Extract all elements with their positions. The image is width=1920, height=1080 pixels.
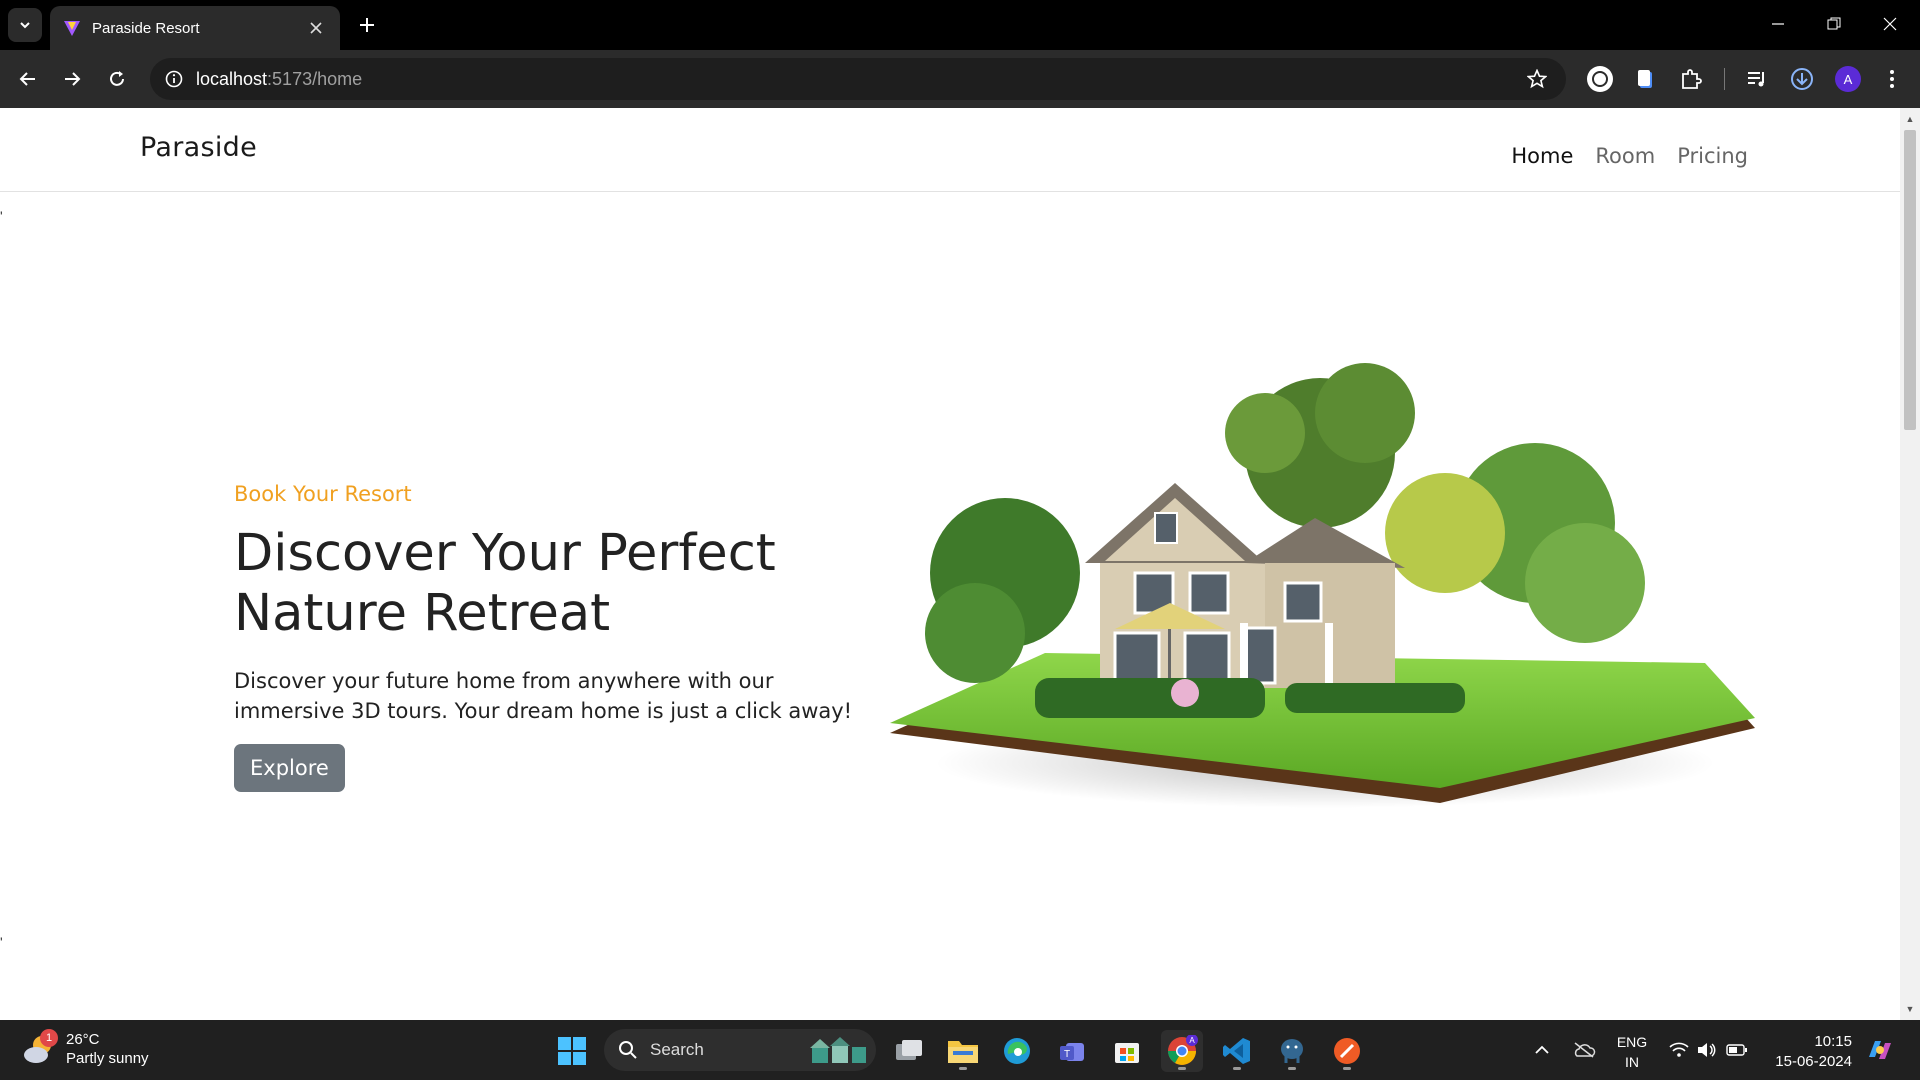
search-icon xyxy=(619,1041,637,1059)
toolbar-divider xyxy=(1724,68,1725,90)
document-extension-icon[interactable] xyxy=(1630,63,1662,95)
forward-icon[interactable] xyxy=(56,63,88,95)
running-indicator xyxy=(1343,1067,1351,1070)
scroll-down-icon[interactable]: ▼ xyxy=(1900,1000,1920,1018)
weather-temp: 26°C xyxy=(66,1031,100,1048)
onedrive-icon[interactable] xyxy=(1570,1020,1598,1080)
windows-taskbar: 1 26°C Partly sunny Search T A ENG IN 10… xyxy=(0,1020,1920,1080)
scrollbar-thumb[interactable] xyxy=(1904,130,1916,430)
plus-icon[interactable] xyxy=(354,12,380,38)
edge-icon[interactable] xyxy=(996,1030,1038,1072)
stray-mark: ' xyxy=(0,208,3,224)
weather-text: 26°C Partly sunny xyxy=(66,1030,149,1068)
address-bar[interactable]: localhost:5173/home xyxy=(150,58,1566,100)
hero-house-image xyxy=(890,363,1755,808)
weather-desc: Partly sunny xyxy=(66,1050,149,1067)
page-viewport: Paraside Home Room Pricing ' ' Book Your… xyxy=(0,108,1920,1020)
favicon-icon xyxy=(64,21,80,36)
download-icon[interactable] xyxy=(1786,63,1818,95)
site-navbar: Paraside Home Room Pricing xyxy=(0,108,1900,192)
window-close-icon[interactable] xyxy=(1862,0,1918,48)
media-controls-icon[interactable] xyxy=(1741,63,1773,95)
task-view-icon[interactable] xyxy=(888,1030,930,1072)
svg-text:A: A xyxy=(1189,1036,1195,1045)
hero-description: Discover your future home from anywhere … xyxy=(234,669,853,723)
clock[interactable]: 10:15 15-06-2024 xyxy=(1762,1032,1852,1072)
extension-circle-icon[interactable] xyxy=(1584,63,1616,95)
running-indicator xyxy=(1178,1067,1186,1070)
url-path: :5173/home xyxy=(267,69,363,89)
page-scrollbar[interactable]: ▲ ▼ xyxy=(1900,108,1920,1020)
hero-headline: Discover Your Perfect Nature Retreat xyxy=(234,524,874,644)
browser-toolbar: localhost:5173/home A xyxy=(0,50,1920,108)
url-host: localhost xyxy=(196,69,268,89)
tab-title: Paraside Resort xyxy=(92,19,200,37)
file-explorer-icon[interactable] xyxy=(942,1030,984,1072)
profile-avatar[interactable]: A xyxy=(1832,63,1864,95)
brand-logo[interactable]: Paraside xyxy=(140,132,257,163)
copilot-icon[interactable] xyxy=(1862,1020,1898,1080)
menu-icon[interactable] xyxy=(1876,63,1908,95)
url-text: localhost:5173/home xyxy=(196,69,362,90)
reload-icon[interactable] xyxy=(101,63,133,95)
nav-pricing[interactable]: Pricing xyxy=(1677,144,1748,168)
taskbar-search[interactable]: Search xyxy=(604,1029,876,1071)
postgres-icon[interactable] xyxy=(1271,1030,1313,1072)
search-highlight-icon xyxy=(810,1037,866,1063)
hero-eyebrow: Book Your Resort xyxy=(234,482,412,506)
chrome-icon[interactable]: A xyxy=(1161,1030,1203,1072)
star-icon[interactable] xyxy=(1524,66,1550,92)
headline-line-1: Discover Your Perfect xyxy=(234,524,776,583)
clock-time: 10:15 xyxy=(1814,1033,1852,1050)
teams-icon[interactable]: T xyxy=(1051,1030,1093,1072)
hero-text: Book Your Resort Discover Your Perfect N… xyxy=(234,482,874,792)
site-info-icon[interactable] xyxy=(160,65,188,93)
explore-button[interactable]: Explore xyxy=(234,744,345,792)
lang-line-2: IN xyxy=(1625,1054,1639,1070)
search-label: Search xyxy=(650,1040,704,1059)
running-indicator xyxy=(1288,1067,1296,1070)
vscode-icon[interactable] xyxy=(1216,1030,1258,1072)
weather-sun-cloud-icon: 1 xyxy=(22,1029,58,1067)
minimize-icon[interactable] xyxy=(1750,0,1806,48)
language-indicator[interactable]: ENG IN xyxy=(1612,1032,1652,1072)
windows-start-icon[interactable] xyxy=(551,1030,593,1072)
weather-badge: 1 xyxy=(40,1029,58,1047)
stray-mark: ' xyxy=(0,934,3,950)
scroll-up-icon[interactable]: ▲ xyxy=(1900,110,1920,128)
close-icon[interactable] xyxy=(306,18,326,38)
browser-tab-bar: Paraside Resort xyxy=(0,0,1920,50)
running-indicator xyxy=(959,1067,967,1070)
running-indicator xyxy=(1233,1067,1241,1070)
extension-icon[interactable] xyxy=(1675,63,1707,95)
wifi-icon[interactable] xyxy=(1666,1020,1692,1080)
restore-icon[interactable] xyxy=(1806,0,1862,48)
nav-room[interactable]: Room xyxy=(1595,144,1655,168)
lang-line-1: ENG xyxy=(1616,1034,1648,1050)
weather-widget[interactable]: 1 26°C Partly sunny xyxy=(22,1029,149,1068)
volume-icon[interactable] xyxy=(1694,1020,1720,1080)
show-hidden-icons-icon[interactable] xyxy=(1530,1020,1554,1080)
nav-links: Home Room Pricing xyxy=(1511,144,1748,168)
browser-tab[interactable]: Paraside Resort xyxy=(50,6,340,50)
back-icon[interactable] xyxy=(12,63,44,95)
headline-line-2: Nature Retreat xyxy=(234,584,611,643)
nav-home[interactable]: Home xyxy=(1511,144,1573,168)
clock-date: 15-06-2024 xyxy=(1775,1053,1852,1070)
battery-icon[interactable] xyxy=(1724,1020,1750,1080)
store-icon[interactable] xyxy=(1106,1030,1148,1072)
svg-text:T: T xyxy=(1064,1049,1070,1060)
postman-icon[interactable] xyxy=(1326,1030,1368,1072)
tab-search-icon[interactable] xyxy=(8,8,42,42)
